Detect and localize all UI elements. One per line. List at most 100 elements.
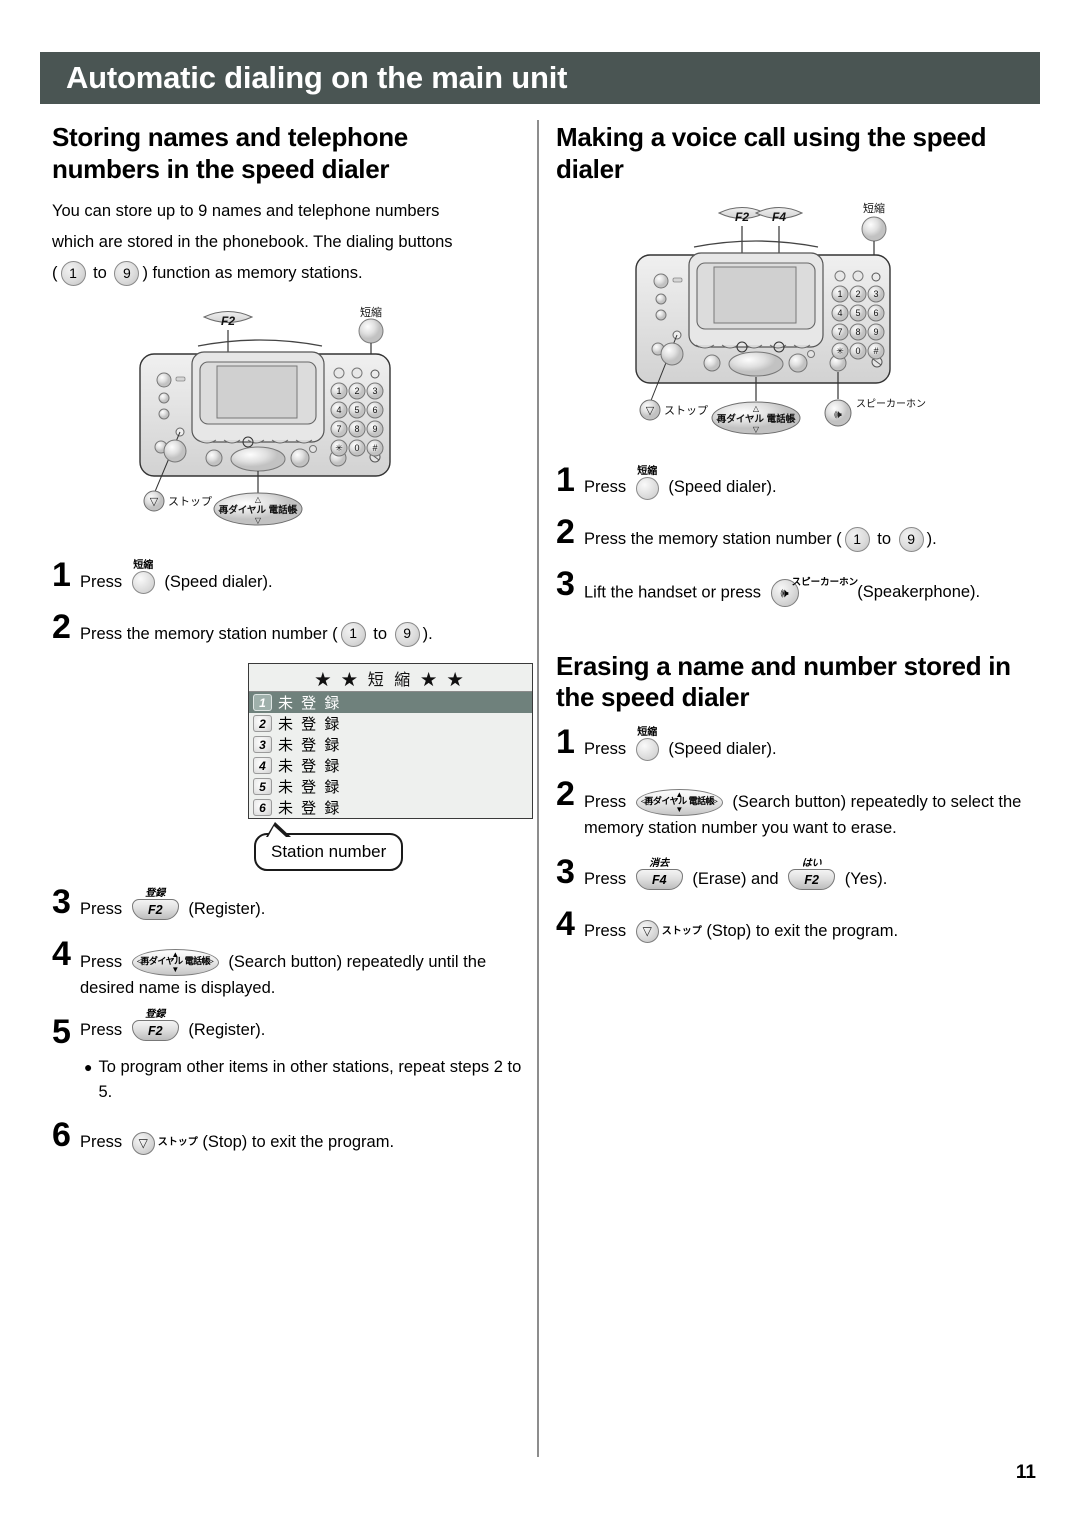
- callout-stop-right-label: ストップ: [664, 404, 708, 417]
- lcd-row[interactable]: 4 未 登 録: [249, 755, 532, 776]
- svg-text:✳: ✳: [836, 346, 844, 356]
- step-erase-2-text: Press ◁ ▲ 再ダイヤル 電話帳 ▼ ▷ (Search button) …: [584, 780, 1038, 842]
- svg-text:▽: ▽: [255, 516, 262, 525]
- lcd-row[interactable]: 3 未 登 録: [249, 734, 532, 755]
- fax-machine-illustration-left: F2 短縮 1 2 3 4 5 6 7 8 9 ✳ 0 # ▽ ストップ △ 再…: [132, 304, 522, 544]
- station-number-callout: Station number: [254, 822, 404, 872]
- page-number: 11: [1015, 1462, 1036, 1483]
- search-button-icon[interactable]: ◁ ▲ 再ダイヤル 電話帳 ▼ ▷: [131, 948, 219, 976]
- callout-tail-inner: [268, 826, 286, 838]
- stop-button-caption: ストップ: [661, 925, 702, 937]
- step-storing-1: 1 Press 短縮 (Speed dialer).: [52, 556, 522, 596]
- step-voice-3-label: (Speakerphone).: [857, 582, 981, 601]
- callout-speakerphone-right-label: スピーカーホン: [856, 398, 926, 410]
- lcd-title: ★ ★ 短 縮 ★ ★: [249, 664, 532, 693]
- speed-dialer-button-icon[interactable]: 短縮: [635, 727, 659, 762]
- step-storing-1-text: Press 短縮 (Speed dialer).: [80, 560, 273, 596]
- step-voice-2-to: to: [877, 530, 892, 548]
- speakerphone-button-wrapper: 🕪 スピーカーホン: [766, 577, 858, 607]
- step-storing-5-block: Press 登録 F2 (Register). ● To program othe…: [80, 1009, 522, 1104]
- digit-key-1-icon: 1: [60, 261, 86, 287]
- step-storing-2-number: 2: [52, 607, 71, 646]
- f2-yes-button-icon[interactable]: はい F2: [788, 858, 836, 891]
- speakerphone-caption: スピーカーホン: [791, 576, 859, 588]
- step-erase-4: 4 Press ▽ ストップ (Stop) to exit the program…: [556, 904, 1038, 945]
- callout-stop-left-label: ストップ: [168, 495, 212, 508]
- search-right-arrow-icon: ▷: [710, 796, 718, 808]
- step-storing-2-text: Press the memory station number (1 to 9)…: [80, 613, 433, 648]
- f4-erase-button-icon[interactable]: 消去 F4: [635, 858, 683, 891]
- callout-search-left: △ 再ダイヤル 電話帳 ▽ ◁ ▷: [213, 471, 303, 526]
- step-storing-5-label: (Register).: [188, 1021, 266, 1040]
- step-erase-1-verb: Press: [584, 740, 627, 758]
- svg-text:6: 6: [873, 308, 878, 318]
- step-erase-4-label: (Stop) to exit the program.: [706, 921, 899, 940]
- step-erase-1-number: 1: [556, 723, 575, 761]
- step-erase-2-verb: Press: [584, 792, 627, 811]
- speed-dialer-button-icon[interactable]: 短縮: [635, 466, 659, 500]
- digit-key-1-icon: 1: [340, 621, 366, 647]
- search-down-arrow-icon: ▼: [675, 804, 684, 814]
- svg-text:▽: ▽: [753, 425, 760, 434]
- callout-search-left-label: 再ダイヤル 電話帳: [219, 504, 298, 516]
- callout-speed-right-label: 短縮: [863, 201, 885, 215]
- search-right-arrow-icon: ▷: [206, 956, 214, 968]
- step-storing-4-number: 4: [52, 934, 71, 973]
- step-storing-3-verb: Press: [80, 900, 123, 919]
- lcd-row[interactable]: 1 未 登 録: [249, 692, 532, 714]
- intro-line-2: which are stored in the phonebook. The d…: [52, 233, 453, 252]
- bullet-dot-icon: ●: [84, 1058, 93, 1075]
- stop-button-icon[interactable]: ▽: [131, 1131, 155, 1155]
- search-left-arrow-icon: ◁: [640, 796, 649, 808]
- speed-dialer-caption: 短縮: [637, 727, 658, 739]
- step-erase-1-label: (Speed dialer).: [668, 740, 777, 758]
- step-voice-1-verb: Press: [584, 478, 627, 497]
- intro-paren-open: (: [52, 263, 58, 282]
- callout-f2-right-label: F2: [735, 210, 749, 224]
- lcd-row[interactable]: 6 未 登 録: [249, 797, 532, 818]
- intro-line-1: You can store up to 9 names and telephon…: [52, 202, 440, 221]
- step-erase-4-number: 4: [556, 904, 575, 943]
- callout-stop-left: ▽ ストップ: [143, 490, 212, 512]
- speed-dialer-button-icon[interactable]: 短縮: [131, 560, 155, 595]
- step-voice-3: 3 Lift the handset or press 🕪 スピーカーホン (S…: [556, 567, 1038, 607]
- svg-text:8: 8: [354, 424, 359, 434]
- svg-text:◁: ◁: [218, 505, 226, 516]
- digit-key-1-icon: 1: [844, 527, 870, 553]
- page-header-bar: Automatic dialing on the main unit: [40, 52, 1040, 104]
- step-voice-2-number: 2: [556, 513, 575, 551]
- step-storing-4-verb: Press: [80, 952, 123, 971]
- lcd-station-text: 未 登 録: [278, 695, 342, 713]
- fax-machine-illustration-right: F2 F4 短縮 1 2 3 4 5 6 7 8 9 ✳ 0 # ▽ ストップ …: [616, 199, 1038, 449]
- f2-yes-key-label: F2: [804, 872, 819, 887]
- svg-text:8: 8: [855, 327, 860, 337]
- lcd-row[interactable]: 5 未 登 録: [249, 776, 532, 797]
- f2-register-button-icon[interactable]: 登録 F2: [131, 888, 179, 921]
- stop-button-icon[interactable]: ▽: [635, 919, 659, 943]
- step-voice-1: 1 Press 短縮 (Speed dialer).: [556, 464, 1038, 501]
- step-storing-1-number: 1: [52, 556, 71, 595]
- callout-stop-right: ▽ ストップ: [639, 399, 708, 421]
- step-storing-4: 4 Press ◁ ▲ 再ダイヤル 電話帳 ▼ ▷ (Search button…: [52, 934, 522, 1002]
- lcd-row[interactable]: 2 未 登 録: [249, 713, 532, 734]
- step-storing-5-text: Press 登録 F2 (Register).: [80, 1009, 266, 1042]
- search-up-arrow-icon: ▲: [675, 789, 684, 799]
- column-divider: [537, 120, 539, 1457]
- step-erase-3-number: 3: [556, 853, 575, 892]
- svg-text:5: 5: [855, 308, 860, 318]
- step-erase-3-verb: Press: [584, 870, 627, 889]
- svg-text:✳: ✳: [335, 443, 343, 453]
- f2-yes-caption: はい: [801, 858, 822, 870]
- f2-register-button-icon[interactable]: 登録 F2: [131, 1009, 179, 1042]
- search-left-arrow-icon: ◁: [136, 956, 145, 968]
- svg-text:#: #: [873, 346, 878, 356]
- svg-text:9: 9: [372, 424, 377, 434]
- digit-key-9-icon: 9: [898, 527, 924, 553]
- intro-line-3: (1 to 9) function as memory stations.: [52, 261, 522, 287]
- step-storing-5: 5 Press 登録 F2 (Register). ● To program ot…: [52, 1009, 522, 1104]
- intro-to: to: [93, 263, 107, 282]
- lcd-station-text: 未 登 録: [278, 716, 342, 734]
- step-erase-1-text: Press 短縮 (Speed dialer).: [584, 727, 777, 763]
- search-button-icon[interactable]: ◁ ▲ 再ダイヤル 電話帳 ▼ ▷: [635, 788, 723, 816]
- step-storing-6-label: (Stop) to exit the program.: [202, 1133, 395, 1152]
